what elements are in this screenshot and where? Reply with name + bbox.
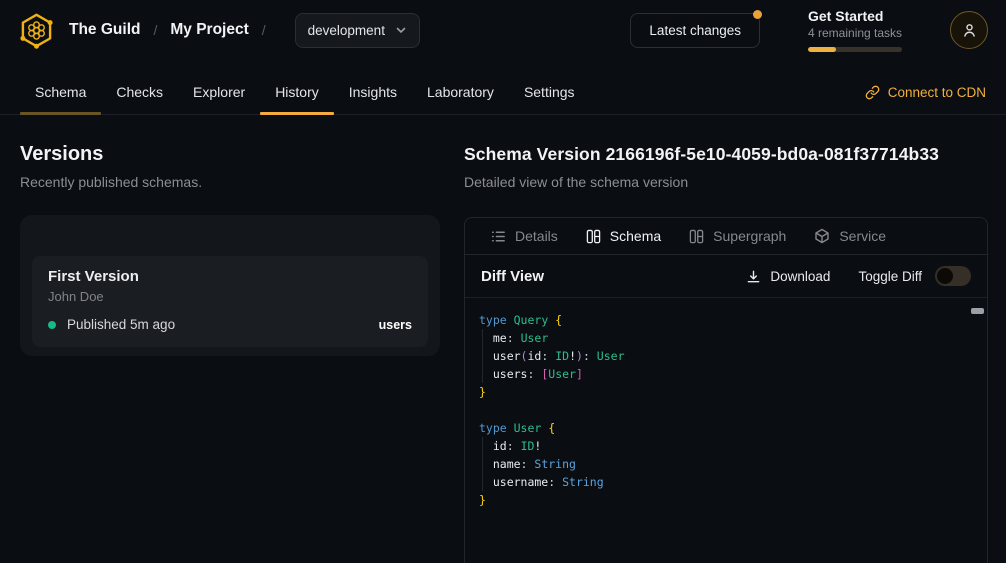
schema-version-title: Schema Version 2166196f-5e10-4059-bd0a-0… <box>464 142 988 166</box>
latest-changes-button[interactable]: Latest changes <box>630 13 760 48</box>
tab-indicator <box>260 112 334 115</box>
get-started-progress-fill <box>808 47 836 52</box>
version-name: First Version <box>48 268 412 285</box>
code-block: type Query { me: User user(id: ID!): Use… <box>479 311 973 509</box>
versions-title: Versions <box>20 142 440 166</box>
nav-tab-laboratory[interactable]: Laboratory <box>412 84 509 114</box>
chevron-down-icon <box>395 24 407 36</box>
download-button[interactable]: Download <box>746 269 830 284</box>
versions-list: First Version John Doe Published 5m ago … <box>20 215 440 356</box>
tab-label: Service <box>839 228 886 244</box>
schema-detail-card: Details Schema Supergraph <box>464 217 988 563</box>
breadcrumb-org[interactable]: The Guild <box>69 21 140 39</box>
notification-dot <box>753 10 762 19</box>
nav-tab-explorer[interactable]: Explorer <box>178 84 260 114</box>
version-author: John Doe <box>48 289 412 304</box>
nav-tab-label: Settings <box>524 84 575 100</box>
get-started-subtitle: 4 remaining tasks <box>808 26 902 40</box>
nav-tab-checks[interactable]: Checks <box>101 84 178 114</box>
schema-detail-tabs: Details Schema Supergraph <box>465 218 987 255</box>
diff-view-header: Diff View Download Toggle Diff <box>465 255 987 298</box>
schema-version-subtitle: Detailed view of the schema version <box>464 174 988 191</box>
nav-tab-label: History <box>275 84 319 100</box>
nav-tab-insights[interactable]: Insights <box>334 84 412 114</box>
switch-knob <box>937 268 953 284</box>
tab-schema[interactable]: Schema <box>572 218 675 254</box>
get-started-title: Get Started <box>808 8 902 24</box>
target-selector-value: development <box>308 23 385 38</box>
tab-service[interactable]: Service <box>800 218 900 254</box>
connect-to-cdn-button[interactable]: Connect to CDN <box>865 85 986 114</box>
download-icon <box>746 269 761 284</box>
toggle-diff-control: Toggle Diff <box>858 266 971 286</box>
connect-to-cdn-label: Connect to CDN <box>888 85 986 100</box>
indent-guide <box>482 329 483 383</box>
schema-code-viewer: type Query { me: User user(id: ID!): Use… <box>465 298 987 563</box>
version-list-item[interactable]: First Version John Doe Published 5m ago … <box>32 256 428 347</box>
nav-tab-schema[interactable]: Schema <box>20 84 101 114</box>
published-status-dot <box>48 321 56 329</box>
breadcrumb-project[interactable]: My Project <box>170 21 248 39</box>
breadcrumb-separator: / <box>262 22 266 38</box>
toggle-diff-switch[interactable] <box>935 266 971 286</box>
diff-actions: Download Toggle Diff <box>746 266 971 286</box>
indent-guide <box>482 437 483 491</box>
service-name-badge: users <box>379 318 412 332</box>
cube-icon <box>814 228 830 244</box>
breadcrumb-separator: / <box>153 22 157 38</box>
download-label: Download <box>770 269 830 284</box>
nav-tab-settings[interactable]: Settings <box>509 84 590 114</box>
project-nav: Schema Checks Explorer History Insights … <box>0 60 1006 115</box>
tab-supergraph[interactable]: Supergraph <box>675 218 800 254</box>
nav-tab-label: Insights <box>349 84 397 100</box>
get-started-widget[interactable]: Get Started 4 remaining tasks <box>808 8 902 52</box>
tab-label: Schema <box>610 228 661 244</box>
top-bar-right: Latest changes Get Started 4 remaining t… <box>630 8 988 52</box>
versions-panel: Versions Recently published schemas. Fir… <box>20 142 440 563</box>
scrollbar-thumb[interactable] <box>971 308 984 314</box>
toggle-diff-label: Toggle Diff <box>858 269 922 284</box>
top-bar: The Guild / My Project / development Lat… <box>0 0 1006 60</box>
tab-label: Details <box>515 228 558 244</box>
link-icon <box>865 85 880 100</box>
diff-view-title: Diff View <box>481 268 544 285</box>
tab-label: Supergraph <box>713 228 786 244</box>
columns-icon <box>586 229 601 244</box>
target-selector[interactable]: development <box>295 13 420 48</box>
nav-tab-label: Schema <box>35 84 86 100</box>
tab-indicator <box>20 112 101 115</box>
nav-tab-label: Checks <box>116 84 163 100</box>
version-status-text: Published 5m ago <box>67 317 175 332</box>
latest-changes-label: Latest changes <box>649 23 741 38</box>
person-icon <box>960 21 979 40</box>
nav-tab-label: Explorer <box>193 84 245 100</box>
user-avatar[interactable] <box>950 11 988 49</box>
version-status-row: Published 5m ago users <box>48 317 412 332</box>
nav-tab-history[interactable]: History <box>260 84 334 114</box>
nav-tab-label: Laboratory <box>427 84 494 100</box>
hive-logo-icon[interactable] <box>18 12 55 49</box>
list-icon <box>491 229 506 244</box>
columns-icon <box>689 229 704 244</box>
schema-version-panel: Schema Version 2166196f-5e10-4059-bd0a-0… <box>464 142 988 563</box>
main-content: Versions Recently published schemas. Fir… <box>0 115 1006 563</box>
versions-subtitle: Recently published schemas. <box>20 174 440 191</box>
tab-details[interactable]: Details <box>477 218 572 254</box>
get-started-progressbar <box>808 47 902 52</box>
